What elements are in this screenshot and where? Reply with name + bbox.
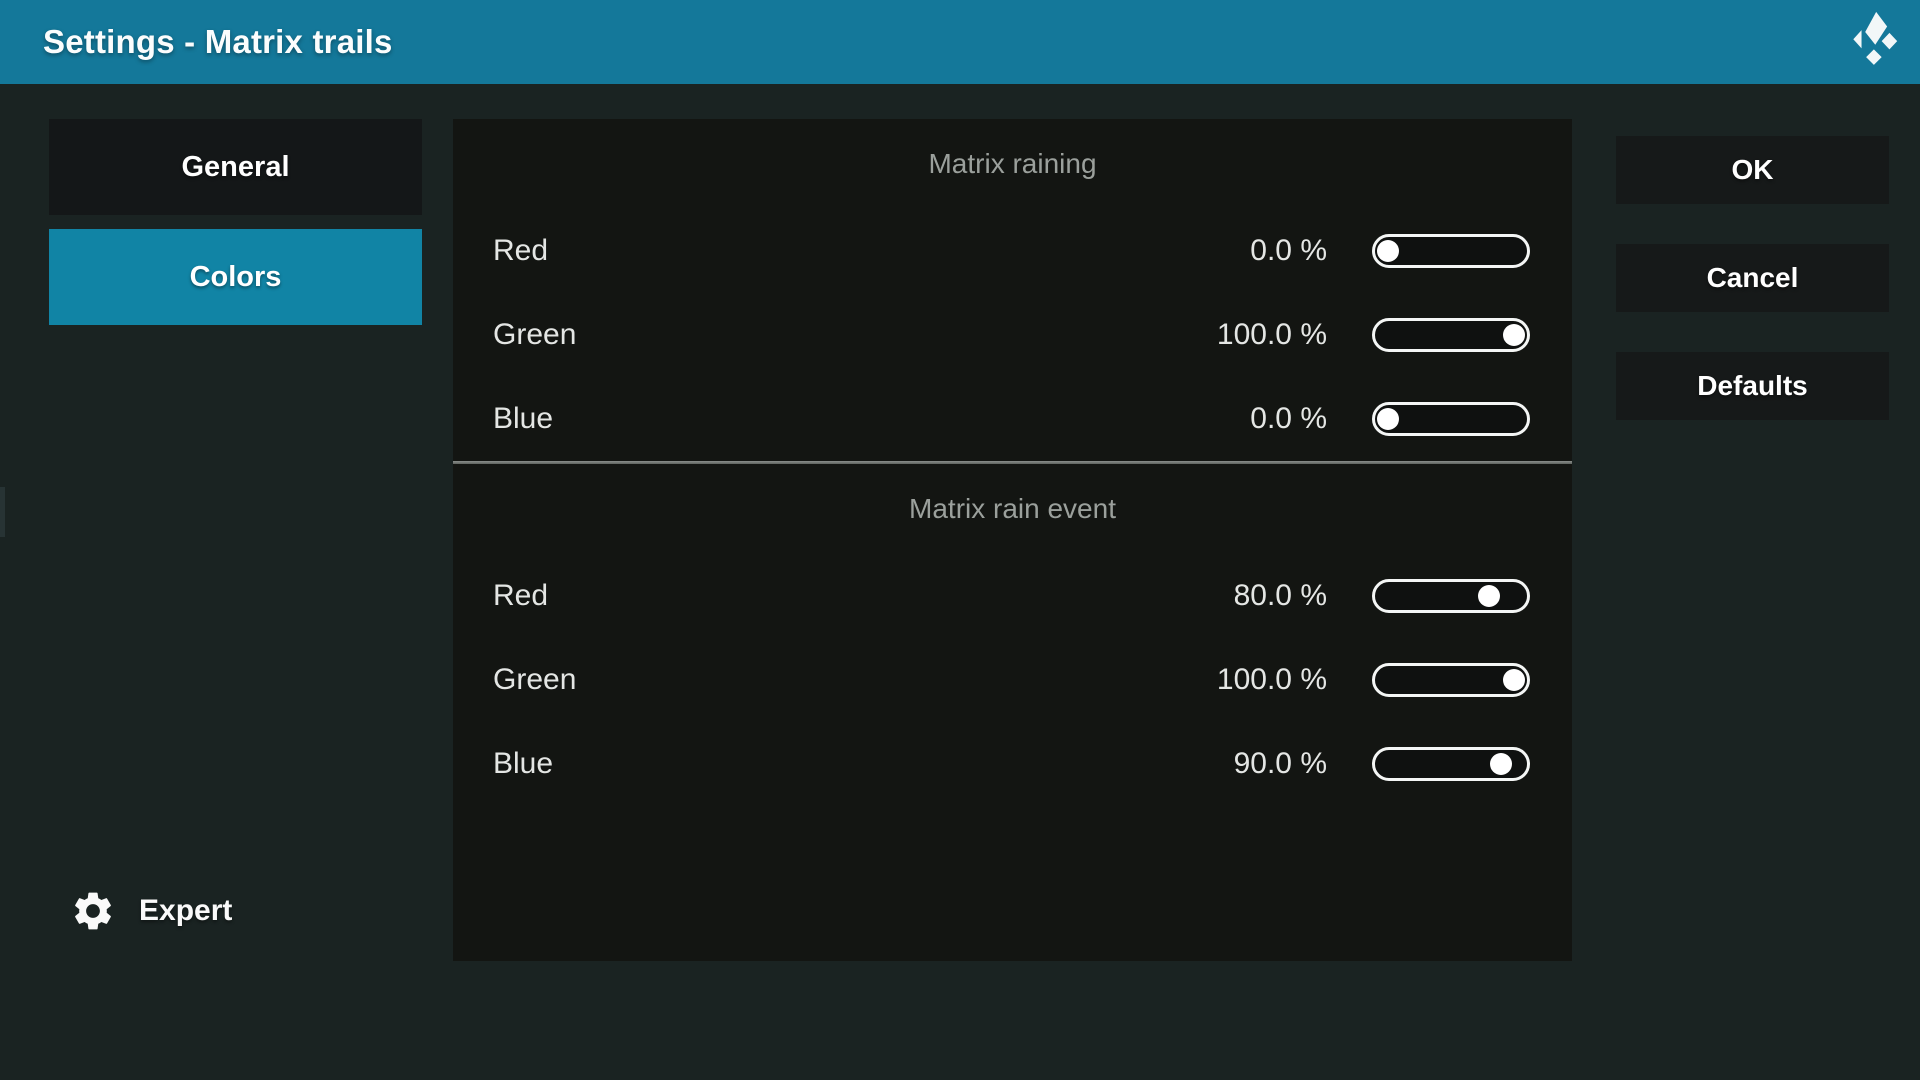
- setting-row: Blue 0.0 %: [453, 377, 1572, 461]
- setting-label: Blue: [493, 402, 1107, 436]
- defaults-button[interactable]: Defaults: [1616, 352, 1889, 420]
- gear-icon: [70, 888, 116, 934]
- section-title: Matrix raining: [453, 119, 1572, 209]
- setting-row: Blue 90.0 %: [453, 722, 1572, 806]
- slider-knob[interactable]: [1377, 240, 1399, 262]
- settings-panel: Matrix raining Red 0.0 % Green 100.0 % B…: [453, 119, 1572, 961]
- settings-level-button[interactable]: Expert: [70, 888, 232, 934]
- setting-row: Red 80.0 %: [453, 554, 1572, 638]
- sidebar-item-general[interactable]: General: [49, 119, 422, 215]
- slider-knob[interactable]: [1503, 669, 1525, 691]
- setting-label: Green: [493, 318, 1107, 352]
- setting-row: Red 0.0 %: [453, 209, 1572, 293]
- blue-slider[interactable]: [1372, 402, 1530, 436]
- red-slider[interactable]: [1372, 579, 1530, 613]
- setting-value: 100.0 %: [1107, 663, 1327, 697]
- setting-value: 90.0 %: [1107, 747, 1327, 781]
- sidebar-item-label: Colors: [190, 261, 282, 294]
- green-slider[interactable]: [1372, 663, 1530, 697]
- sidebar-item-colors[interactable]: Colors: [49, 229, 422, 325]
- settings-level-label: Expert: [139, 894, 232, 928]
- scroll-indicator: [0, 487, 5, 537]
- setting-value: 100.0 %: [1107, 318, 1327, 352]
- button-label: Defaults: [1697, 370, 1807, 402]
- sidebar-item-label: General: [182, 151, 290, 184]
- setting-label: Red: [493, 234, 1107, 268]
- setting-label: Red: [493, 579, 1107, 613]
- cancel-button[interactable]: Cancel: [1616, 244, 1889, 312]
- ok-button[interactable]: OK: [1616, 136, 1889, 204]
- section-title: Matrix rain event: [453, 464, 1572, 554]
- red-slider[interactable]: [1372, 234, 1530, 268]
- setting-value: 0.0 %: [1107, 234, 1327, 268]
- setting-label: Blue: [493, 747, 1107, 781]
- title-bar: Settings - Matrix trails: [0, 0, 1920, 84]
- slider-knob[interactable]: [1490, 753, 1512, 775]
- setting-row: Green 100.0 %: [453, 638, 1572, 722]
- settings-section: Matrix raining Red 0.0 % Green 100.0 % B…: [453, 119, 1572, 461]
- setting-label: Green: [493, 663, 1107, 697]
- button-label: OK: [1732, 154, 1774, 186]
- slider-knob[interactable]: [1503, 324, 1525, 346]
- dialog-title: Settings - Matrix trails: [43, 23, 393, 61]
- setting-value: 80.0 %: [1107, 579, 1327, 613]
- setting-value: 0.0 %: [1107, 402, 1327, 436]
- green-slider[interactable]: [1372, 318, 1530, 352]
- category-sidebar: General Colors: [49, 119, 422, 339]
- settings-section: Matrix rain event Red 80.0 % Green 100.0…: [453, 464, 1572, 806]
- slider-knob[interactable]: [1478, 585, 1500, 607]
- slider-knob[interactable]: [1377, 408, 1399, 430]
- button-label: Cancel: [1707, 262, 1799, 294]
- blue-slider[interactable]: [1372, 747, 1530, 781]
- kodi-logo-icon: [1846, 5, 1910, 69]
- action-buttons: OK Cancel Defaults: [1616, 136, 1889, 460]
- setting-row: Green 100.0 %: [453, 293, 1572, 377]
